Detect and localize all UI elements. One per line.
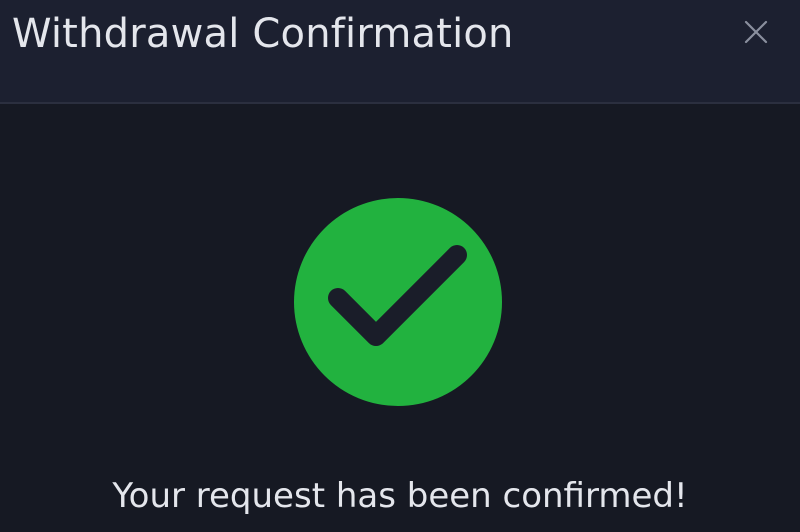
withdrawal-confirmation-dialog: Withdrawal Confirmation Your request has…: [0, 0, 800, 532]
close-icon: [744, 20, 768, 44]
close-button[interactable]: [736, 12, 776, 52]
confirmation-message: Your request has been confirmed!: [112, 476, 688, 516]
dialog-header: Withdrawal Confirmation: [0, 0, 800, 104]
dialog-body: Your request has been confirmed!: [0, 104, 800, 532]
dialog-title: Withdrawal Confirmation: [12, 11, 514, 57]
check-circle-icon: [294, 198, 502, 406]
